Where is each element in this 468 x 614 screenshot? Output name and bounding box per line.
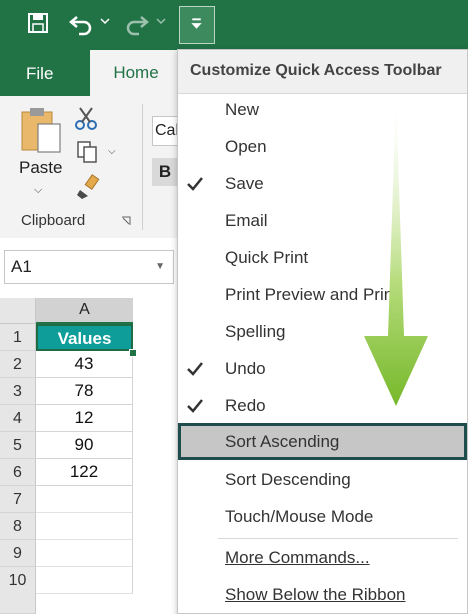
menu-item-undo[interactable]: Undo [178, 350, 467, 387]
redo-icon[interactable] [124, 11, 150, 37]
checkmark-icon [187, 399, 203, 413]
menu-item-sort-descending[interactable]: Sort Descending [178, 461, 467, 498]
menu-item-label: Save [225, 174, 264, 193]
select-all-corner[interactable] [0, 298, 36, 324]
menu-item-quick-print[interactable]: Quick Print [178, 239, 467, 276]
menu-item-show-below-ribbon[interactable]: Show Below the Ribbon [178, 576, 467, 613]
menu-item-more-commands[interactable]: More Commands... [178, 539, 467, 576]
menu-item-save[interactable]: Save [178, 165, 467, 202]
tab-home[interactable]: Home [90, 50, 182, 96]
formula-bar-area: A1 ▼ [0, 238, 180, 298]
row-header[interactable]: 2 [0, 351, 36, 378]
menu-item-label: Email [225, 211, 268, 230]
menu-item-label: Show Below the Ribbon [225, 585, 406, 604]
cell-a7[interactable] [36, 486, 133, 513]
format-painter-icon[interactable] [76, 174, 100, 200]
paste-icon[interactable] [20, 106, 62, 154]
customize-qat-button[interactable] [179, 6, 215, 44]
row-header[interactable]: 9 [0, 540, 36, 567]
redo-dropdown-icon[interactable] [156, 16, 166, 26]
menu-item-label: Print Preview and Print [225, 285, 398, 304]
cut-icon[interactable] [74, 106, 98, 130]
undo-dropdown-icon[interactable] [100, 16, 110, 26]
menu-item-label: More Commands... [225, 548, 370, 567]
copy-dropdown-icon[interactable]: ⌵ [108, 146, 116, 157]
cell-a1[interactable]: Values [36, 324, 133, 351]
checkmark-icon [187, 362, 203, 376]
menu-item-label: New [225, 100, 260, 119]
menu-item-spelling[interactable]: Spelling [178, 313, 467, 350]
name-box-dropdown-icon[interactable]: ▼ [155, 251, 165, 283]
cell-a9[interactable] [36, 540, 133, 567]
customize-qat-menu: Customize Quick Access Toolbar New Open … [177, 49, 468, 614]
row-header[interactable]: 3 [0, 378, 36, 405]
menu-item-label: Spelling [225, 322, 286, 341]
tab-file[interactable]: File [26, 64, 53, 84]
menu-item-label: Sort Descending [225, 470, 351, 489]
quick-access-toolbar [0, 0, 468, 50]
copy-icon[interactable] [76, 140, 100, 164]
row-header[interactable]: 10 [0, 567, 36, 614]
row-header[interactable]: 1 [0, 324, 36, 351]
undo-icon[interactable] [68, 11, 94, 37]
menu-item-open[interactable]: Open [178, 128, 467, 165]
customize-qat-icon [191, 18, 202, 29]
cell-a4[interactable]: 12 [36, 405, 133, 432]
cell-a6[interactable]: 122 [36, 459, 133, 486]
checkmark-icon [187, 177, 203, 191]
row-header[interactable]: 7 [0, 486, 36, 513]
row-header[interactable]: 5 [0, 432, 36, 459]
row-header[interactable]: 4 [0, 405, 36, 432]
menu-item-label: Undo [225, 359, 266, 378]
group-divider [142, 104, 143, 230]
cell-a3[interactable]: 78 [36, 378, 133, 405]
menu-item-email[interactable]: Email [178, 202, 467, 239]
column-header-a[interactable]: A [36, 298, 133, 324]
menu-item-new[interactable]: New [178, 91, 467, 128]
menu-item-label: Quick Print [225, 248, 309, 267]
row-header[interactable]: 8 [0, 513, 36, 540]
clipboard-group-label: Clipboard [21, 212, 86, 229]
name-box[interactable]: A1 ▼ [4, 250, 174, 284]
menu-item-label: Open [225, 137, 267, 156]
cell-a8[interactable] [36, 513, 133, 540]
row-header[interactable]: 6 [0, 459, 36, 486]
fill-handle[interactable] [129, 349, 137, 357]
save-icon[interactable] [27, 12, 49, 34]
menu-item-redo[interactable]: Redo [178, 387, 467, 424]
menu-item-label: Redo [225, 396, 266, 415]
cell-a10[interactable] [36, 567, 133, 594]
dialog-launcher-icon[interactable] [121, 216, 131, 226]
menu-item-print-preview[interactable]: Print Preview and Print [178, 276, 467, 313]
paste-dropdown-icon[interactable]: ⌵ [34, 184, 42, 197]
paste-button-label[interactable]: Paste [19, 158, 62, 178]
menu-item-label: Touch/Mouse Mode [225, 507, 374, 526]
menu-item-label: Sort Ascending [225, 432, 340, 451]
menu-title: Customize Quick Access Toolbar [178, 50, 467, 94]
cell-a2[interactable]: 43 [36, 351, 133, 378]
bold-button[interactable]: B [152, 158, 178, 186]
name-box-value: A1 [11, 257, 32, 276]
cell-a5[interactable]: 90 [36, 432, 133, 459]
ribbon-home: Paste ⌵ ⌵ Clipboard Cal B [0, 96, 192, 239]
menu-item-sort-ascending[interactable]: Sort Ascending [178, 423, 467, 460]
menu-item-touch-mouse-mode[interactable]: Touch/Mouse Mode [178, 498, 467, 535]
